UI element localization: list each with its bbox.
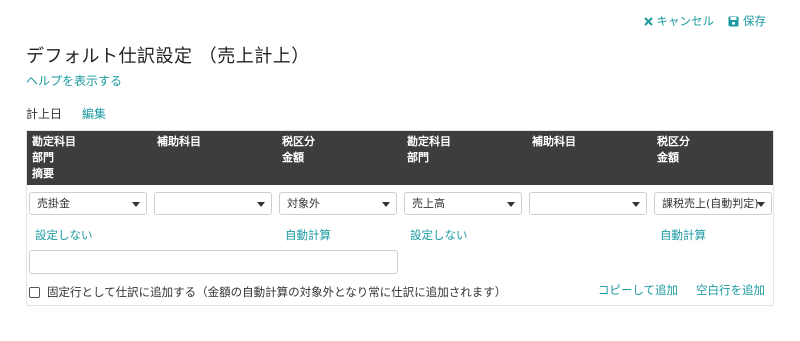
edit-date-link[interactable]: 編集: [82, 105, 106, 122]
chevron-down-icon: [132, 202, 140, 207]
save-button[interactable]: 保存: [728, 13, 766, 29]
chevron-down-icon: [632, 202, 640, 207]
header-credit-tax: 税区分: [657, 135, 690, 148]
cancel-button[interactable]: キャンセル: [643, 13, 715, 29]
header-credit-sub-account: 補助科目: [532, 135, 576, 148]
debit-account-value: 売掛金: [37, 197, 70, 210]
credit-account-select[interactable]: 売上高: [404, 192, 522, 215]
header-credit-amount: 金額: [657, 151, 679, 164]
add-blank-row-button[interactable]: 空白行を追加: [696, 282, 765, 298]
chevron-down-icon: [257, 202, 265, 207]
header-credit-department: 部門: [407, 151, 429, 164]
debit-tax-value: 対象外: [287, 197, 320, 210]
header-credit-account: 勘定科目: [407, 135, 451, 148]
date-label: 計上日: [26, 107, 63, 121]
credit-amount-link[interactable]: 自動計算: [660, 227, 706, 243]
chevron-down-icon: [507, 202, 515, 207]
debit-account-select[interactable]: 売掛金: [29, 192, 147, 215]
header-debit-amount: 金額: [282, 151, 304, 164]
debit-sub-account-select[interactable]: [154, 192, 272, 215]
save-icon: [728, 16, 739, 27]
save-label: 保存: [743, 14, 766, 28]
copy-add-button[interactable]: コピーして追加: [598, 282, 678, 298]
header-debit-department: 部門: [32, 151, 54, 164]
credit-department-link[interactable]: 設定しない: [410, 227, 468, 243]
journal-entry-card: 勘定科目 部門 摘要 補助科目 税区分 金額 勘定科目 部門 補助科目 税区分 …: [26, 130, 774, 306]
help-link[interactable]: ヘルプを表示する: [26, 72, 122, 89]
chevron-down-icon: [382, 202, 390, 207]
credit-sub-account-select[interactable]: [529, 192, 647, 215]
fixed-row-label: 固定行として仕訳に追加する（金額の自動計算の対象外となり常に仕訳に追加されます）: [47, 285, 507, 299]
cancel-label: キャンセル: [656, 14, 715, 28]
header-debit-account: 勘定科目: [32, 135, 76, 148]
chevron-down-icon: [757, 202, 765, 207]
credit-tax-value: 課税売上(自動判定): [662, 197, 759, 210]
debit-tax-select[interactable]: 対象外: [279, 192, 397, 215]
close-icon: [643, 16, 653, 26]
fixed-row-checkbox[interactable]: [29, 286, 40, 298]
header-description: 摘要: [32, 167, 54, 180]
debit-department-link[interactable]: 設定しない: [35, 227, 93, 243]
debit-amount-link[interactable]: 自動計算: [285, 227, 331, 243]
credit-tax-select[interactable]: 課税売上(自動判定): [654, 192, 772, 215]
description-input[interactable]: [29, 250, 398, 274]
table-header: 勘定科目 部門 摘要 補助科目 税区分 金額 勘定科目 部門 補助科目 税区分 …: [27, 131, 773, 185]
header-debit-tax: 税区分: [282, 135, 315, 148]
header-debit-sub-account: 補助科目: [157, 135, 201, 148]
page-title: デフォルト仕訳設定 （売上計上）: [26, 46, 310, 67]
credit-account-value: 売上高: [412, 197, 445, 210]
